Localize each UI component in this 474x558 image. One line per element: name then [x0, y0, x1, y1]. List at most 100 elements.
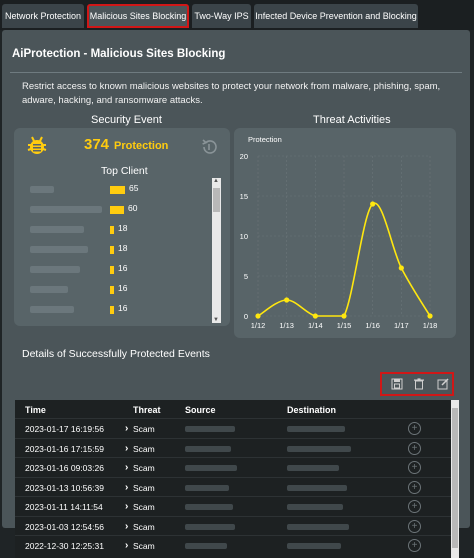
bug-icon: [26, 134, 48, 161]
chevron-right-icon[interactable]: ›: [125, 521, 128, 532]
event-time: 2023-01-03 12:54:56: [25, 521, 104, 532]
add-icon[interactable]: +: [408, 480, 421, 494]
event-threat: Scam: [133, 443, 155, 454]
data-point: [341, 313, 347, 319]
client-bar: [110, 286, 114, 294]
details-toolbar: [380, 372, 454, 396]
event-threat: Scam: [133, 424, 155, 434]
y-tick-label: 10: [240, 232, 248, 241]
client-name-redacted: [30, 206, 102, 213]
destination-redacted: [287, 543, 341, 549]
add-icon[interactable]: +: [408, 500, 421, 513]
trash-icon[interactable]: [412, 378, 426, 392]
source-redacted: [185, 523, 235, 530]
table-header: Time Threat Source Destination: [15, 400, 451, 418]
add-icon[interactable]: +: [408, 539, 421, 552]
chevron-right-icon[interactable]: ›: [125, 540, 128, 551]
protection-label: Protection: [114, 140, 169, 152]
event-time: 2023-01-17 16:19:56: [25, 424, 104, 434]
page-description: Restrict access to known malicious websi…: [22, 81, 441, 106]
event-time: 2023-01-11 14:11:54: [25, 502, 103, 512]
event-threat: Scam: [133, 482, 155, 493]
client-bar: [110, 306, 114, 314]
client-count: 16: [118, 283, 128, 293]
destination-redacted: [287, 426, 345, 432]
client-count: 65: [129, 183, 139, 193]
data-point: [398, 265, 404, 271]
table-row[interactable]: 2023-01-11 14:11:54 › Scam +: [15, 496, 451, 516]
events-table: Time Threat Source Destination 2023-01-1…: [15, 400, 459, 558]
source-redacted: [185, 484, 229, 491]
chevron-right-icon[interactable]: ›: [125, 462, 128, 473]
source-redacted: [185, 543, 227, 549]
client-count: 16: [118, 303, 128, 313]
table-row[interactable]: 2023-01-16 09:03:26 › Scam +: [15, 457, 451, 477]
protection-count: 374: [84, 136, 110, 153]
x-tick-label: 1/12: [251, 321, 266, 330]
y-tick-label: 15: [240, 192, 248, 201]
event-threat: Scam: [133, 521, 155, 532]
page-title: AiProtection - Malicious Sites Blocking: [12, 48, 226, 60]
top-client-scrollbar[interactable]: ▲ ▼: [212, 178, 221, 323]
client-bar: [110, 246, 114, 254]
threat-activities-card: Protection 0 5 10 15 20 1/12 1/13 1/14 1/15 1/16 1/…: [234, 128, 456, 338]
scroll-down-icon[interactable]: ▼: [213, 317, 219, 323]
event-time: 2023-01-16 17:15:59: [25, 443, 104, 454]
reset-icon[interactable]: [200, 138, 218, 161]
source-redacted: [185, 465, 237, 471]
client-count: 18: [118, 223, 128, 233]
table-row[interactable]: 2023-01-03 12:54:56 › Scam +: [15, 515, 451, 536]
tab-infected-device-prevention[interactable]: Infected Device Prevention and Blocking: [254, 4, 418, 28]
chart-legend-label: Protection: [248, 135, 282, 144]
client-name-redacted: [30, 246, 88, 253]
event-threat: Scam: [133, 463, 155, 473]
chevron-right-icon[interactable]: ›: [125, 423, 128, 434]
destination-redacted: [287, 465, 339, 471]
chevron-right-icon[interactable]: ›: [125, 501, 128, 512]
data-point: [312, 313, 318, 319]
add-icon[interactable]: +: [408, 461, 421, 474]
y-tick-label: 20: [240, 152, 248, 161]
destination-redacted: [287, 484, 347, 491]
top-client-heading: Top Client: [101, 165, 148, 177]
table-row[interactable]: 2023-01-16 17:15:59 › Scam +: [15, 437, 451, 458]
add-icon[interactable]: +: [408, 422, 421, 435]
client-count: 18: [118, 243, 128, 253]
x-tick-label: 1/15: [337, 321, 352, 330]
chevron-right-icon[interactable]: ›: [125, 482, 128, 493]
table-scrollbar-thumb[interactable]: [452, 408, 458, 548]
column-threat: Threat: [133, 405, 161, 415]
event-time: 2023-01-16 09:03:26: [25, 463, 104, 473]
tab-network-protection[interactable]: Network Protection: [2, 4, 84, 28]
x-tick-label: 1/18: [423, 321, 438, 330]
add-icon[interactable]: +: [408, 441, 421, 455]
table-row[interactable]: 2023-01-13 10:56:39 › Scam +: [15, 476, 451, 497]
destination-redacted: [287, 523, 349, 530]
divider: [10, 72, 462, 73]
source-redacted: [185, 426, 235, 432]
client-name-redacted: [30, 306, 74, 313]
add-icon[interactable]: +: [408, 519, 421, 533]
table-scrollbar[interactable]: [451, 400, 459, 558]
scroll-up-icon[interactable]: ▲: [213, 178, 219, 184]
client-name-redacted: [30, 186, 54, 193]
data-point: [255, 313, 261, 319]
main-panel: AiProtection - Malicious Sites Blocking …: [2, 30, 470, 558]
chevron-right-icon[interactable]: ›: [125, 443, 128, 454]
client-bar: [110, 226, 114, 234]
table-row[interactable]: 2023-01-17 16:19:56 › Scam +: [15, 418, 451, 438]
scrollbar-thumb[interactable]: [213, 188, 220, 212]
data-point: [370, 201, 376, 207]
client-bar: [110, 206, 124, 214]
tab-two-way-ips[interactable]: Two-Way IPS: [192, 4, 251, 28]
tab-malicious-sites-blocking[interactable]: Malicious Sites Blocking: [87, 4, 189, 28]
save-icon[interactable]: [390, 378, 404, 392]
event-time: 2022-12-30 12:25:31: [25, 541, 104, 551]
table-row[interactable]: 2022-12-30 12:25:31 › Scam +: [15, 535, 451, 555]
tab-bar: Network Protection Malicious Sites Block…: [0, 0, 474, 30]
client-name-redacted: [30, 226, 84, 233]
client-count: 60: [128, 203, 138, 213]
client-bar: [110, 266, 114, 274]
edit-icon[interactable]: [436, 378, 450, 392]
destination-redacted: [287, 445, 351, 452]
